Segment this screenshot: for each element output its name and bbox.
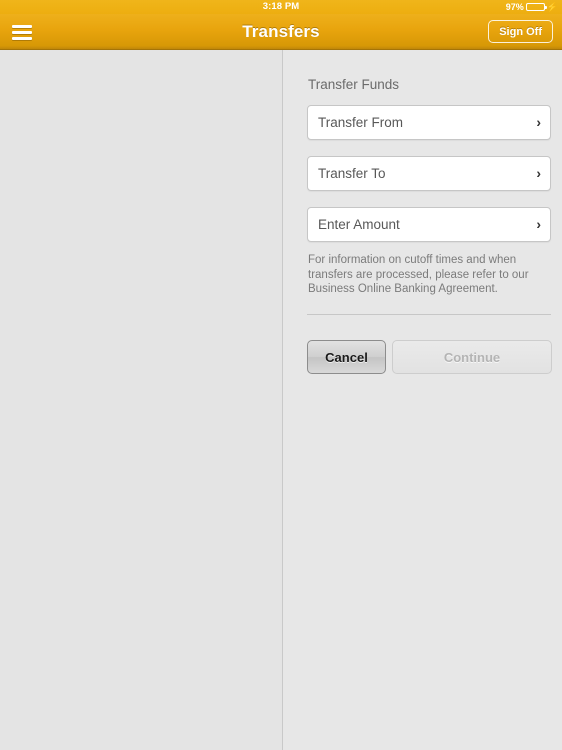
section-divider — [307, 314, 551, 315]
battery-icon — [525, 3, 547, 11]
cancel-button[interactable]: Cancel — [307, 340, 386, 374]
charging-bolt-icon: ⚡ — [546, 2, 558, 12]
chevron-right-icon: › — [536, 114, 541, 130]
disclaimer-text: For information on cutoff times and when… — [308, 254, 529, 295]
action-button-row: Cancel Continue — [307, 340, 552, 374]
chevron-right-icon: › — [536, 216, 541, 232]
enter-amount-label: Enter Amount — [318, 217, 400, 232]
battery-percent-label: 97% — [505, 2, 524, 12]
status-bar: 3:18 PM 97% ⚡ — [0, 0, 562, 14]
chevron-right-icon: › — [536, 165, 541, 181]
navigation-bar: Transfers Sign Off — [0, 14, 562, 50]
content-area: Transfer Funds Transfer From › Transfer … — [0, 50, 562, 750]
status-bar-right-group: 97% ⚡ — [506, 0, 558, 14]
transfer-to-row[interactable]: Transfer To › — [307, 156, 551, 191]
sign-off-button[interactable]: Sign Off — [488, 20, 553, 43]
left-empty-pane — [0, 50, 282, 750]
status-bar-time: 3:18 PM — [262, 1, 300, 12]
transfer-funds-panel: Transfer Funds Transfer From › Transfer … — [282, 50, 562, 750]
transfer-from-row[interactable]: Transfer From › — [307, 105, 551, 140]
enter-amount-row[interactable]: Enter Amount › — [307, 207, 551, 242]
transfer-from-label: Transfer From — [318, 115, 404, 130]
page-title: Transfers — [242, 22, 320, 41]
transfer-to-label: Transfer To — [318, 166, 386, 181]
continue-button[interactable]: Continue — [392, 340, 552, 374]
app-screen: 3:18 PM 97% ⚡ Transfers Sign Off Transfe… — [0, 0, 562, 750]
section-title: Transfer Funds — [308, 77, 400, 92]
